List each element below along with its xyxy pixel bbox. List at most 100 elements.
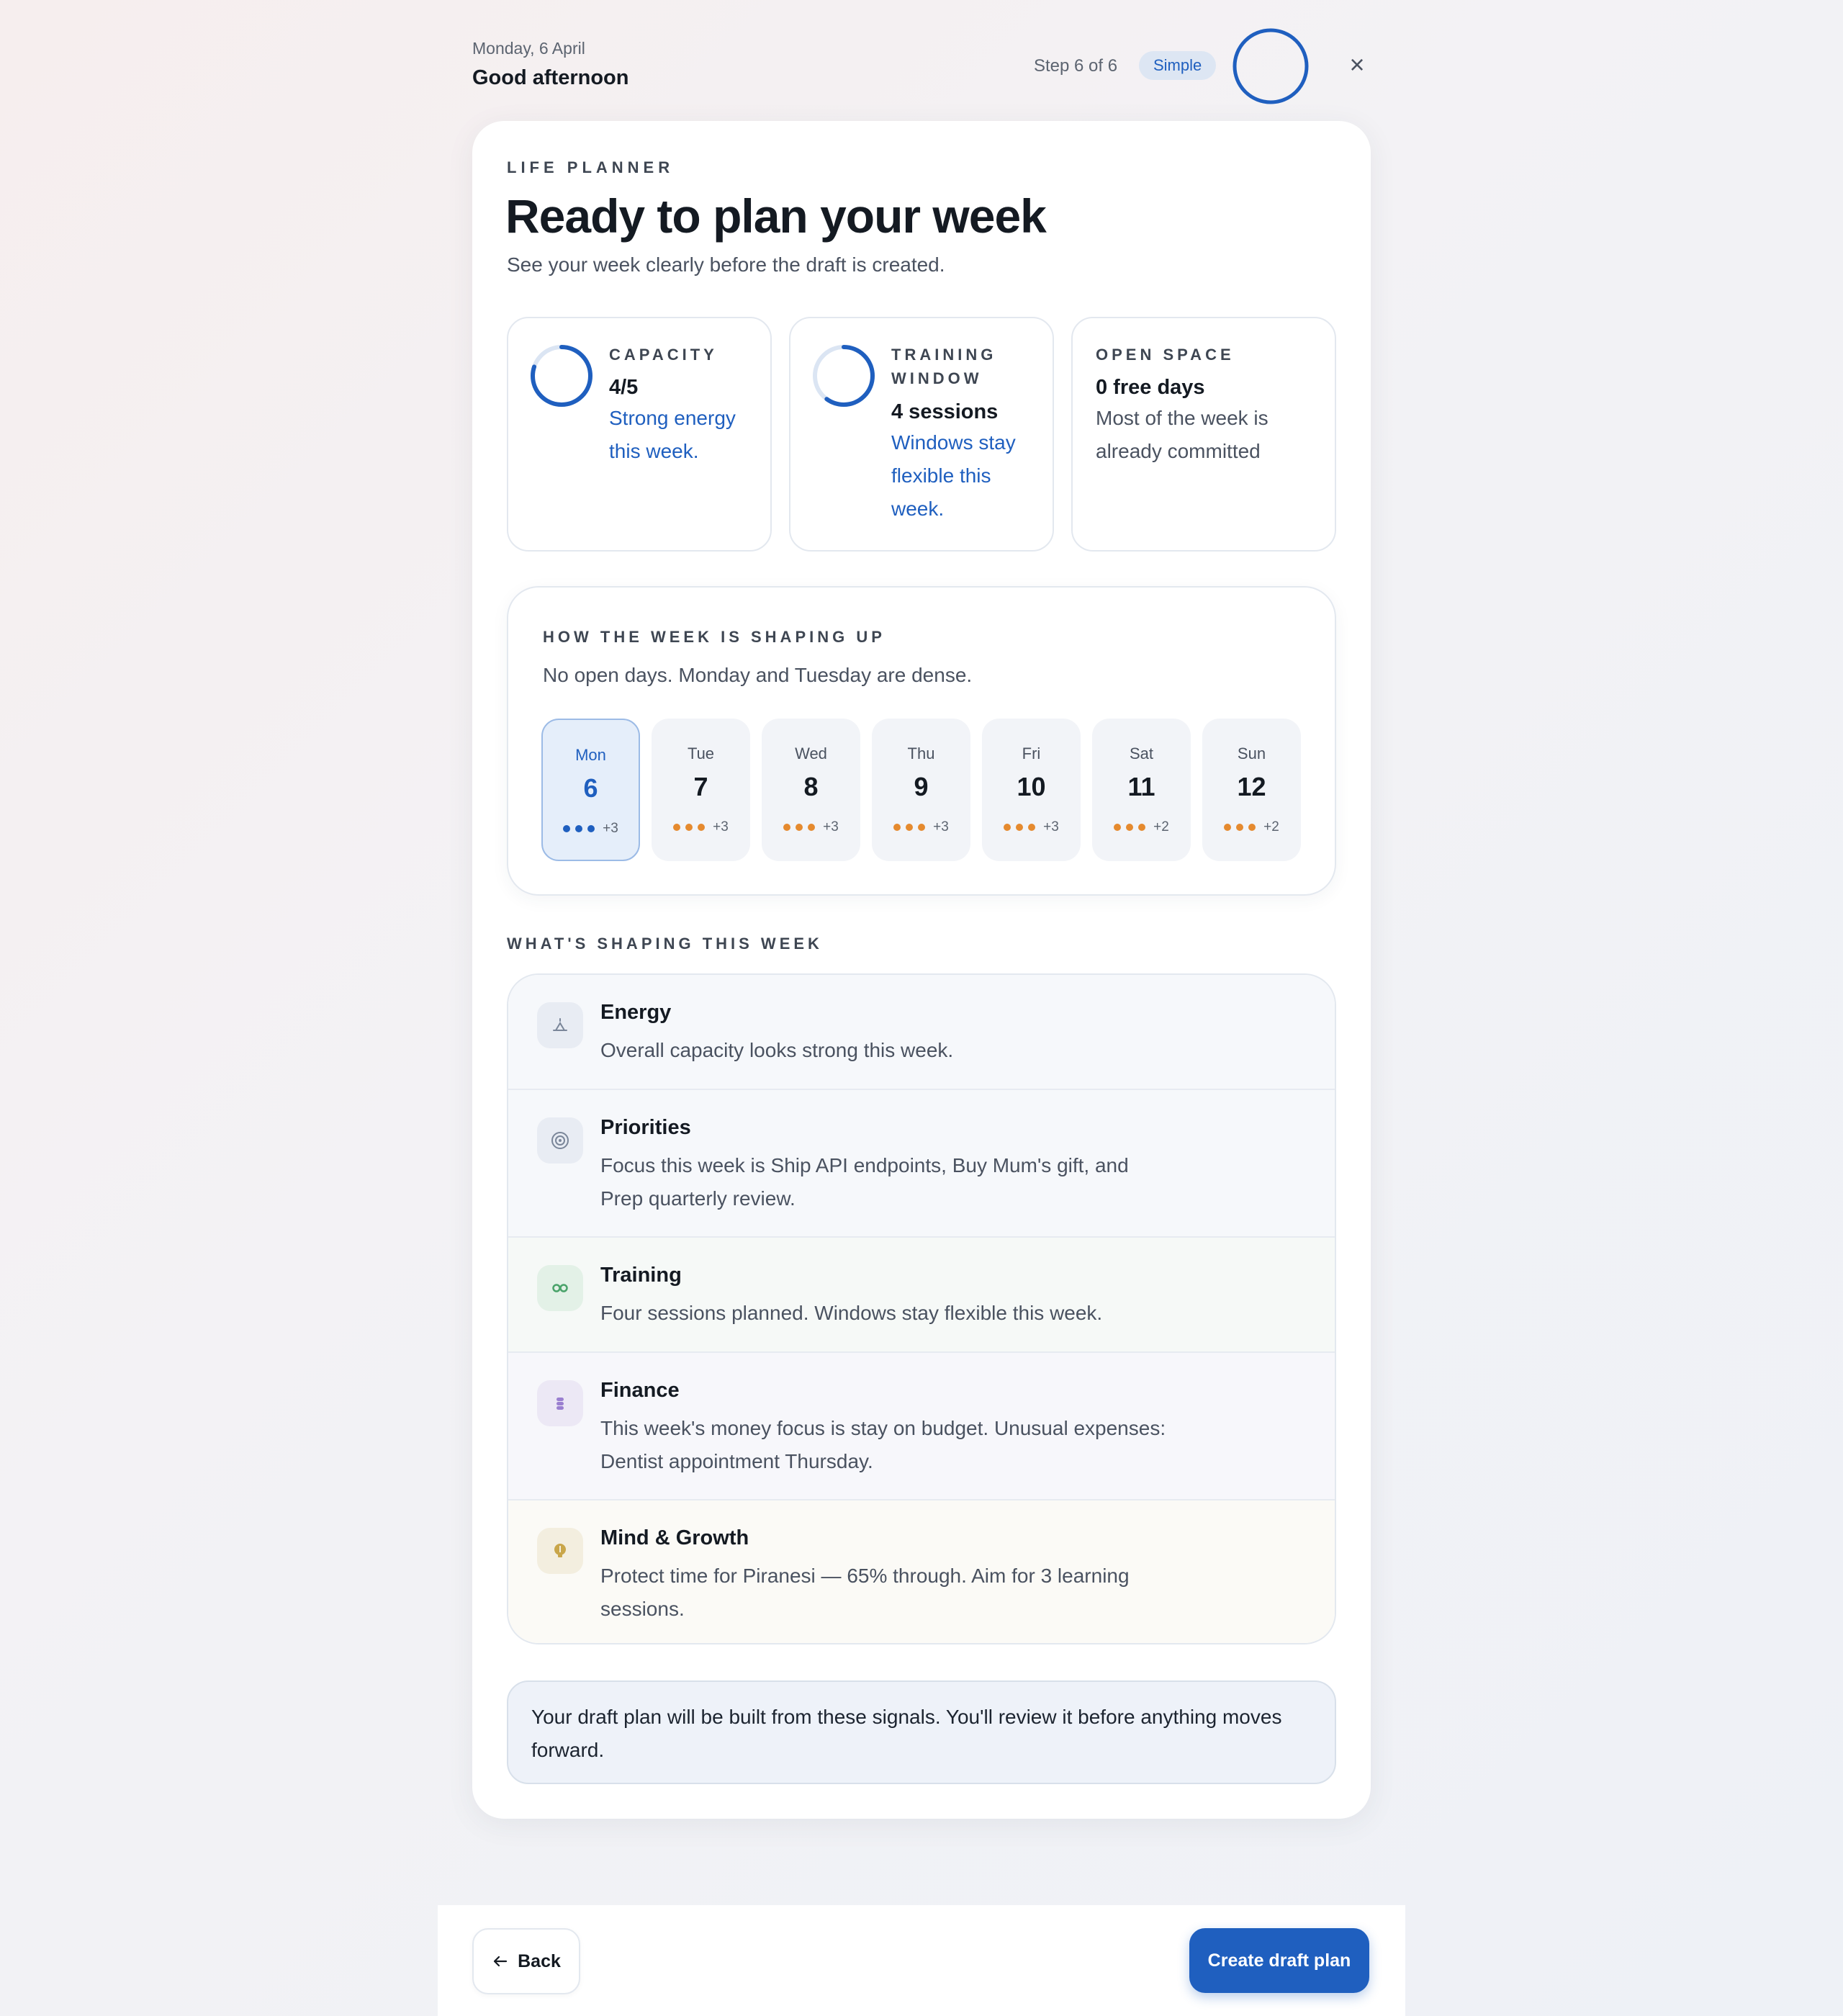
day-events: +3 — [543, 821, 639, 837]
event-dot — [587, 825, 595, 832]
day-sun[interactable]: Sun 12 +2 — [1202, 719, 1301, 861]
factor-title: Priorities — [600, 1116, 691, 1139]
factor-energy: Energy Overall capacity looks strong thi… — [508, 975, 1335, 1090]
day-sat[interactable]: Sat 11 +2 — [1092, 719, 1191, 861]
event-dot — [1114, 824, 1122, 831]
lightbulb-icon — [537, 1528, 583, 1574]
day-number: 6 — [583, 773, 598, 803]
more-count: +3 — [933, 819, 949, 834]
draft-note: Your draft plan will be built from these… — [507, 1680, 1336, 1784]
factor-title: Finance — [600, 1379, 680, 1402]
energy-icon — [537, 1002, 583, 1048]
day-number: 9 — [914, 772, 929, 801]
more-count: +3 — [603, 821, 618, 836]
event-dot — [575, 825, 583, 832]
step-indicator: Step 6 of 6 — [1034, 56, 1118, 76]
day-tue[interactable]: Tue 7 +3 — [652, 719, 750, 861]
factor-text: Overall capacity looks strong this week. — [600, 1039, 954, 1061]
back-button-label: Back — [518, 1950, 561, 1971]
day-wed[interactable]: Wed 8 +3 — [762, 719, 860, 861]
day-events: +3 — [762, 819, 860, 835]
day-thu[interactable]: Thu 9 +3 — [872, 719, 970, 861]
factor-mind-growth: Mind & Growth Protect time for Piranesi … — [508, 1500, 1335, 1643]
day-events: +2 — [1092, 819, 1191, 835]
more-count: +3 — [1043, 819, 1059, 834]
day-name: Fri — [1022, 744, 1041, 762]
more-count: +2 — [1263, 819, 1279, 834]
event-dot — [1248, 824, 1256, 831]
week-overview: HOW THE WEEK IS SHAPING UP No open days.… — [507, 586, 1336, 896]
factor-priorities: Priorities Focus this week is Ship API e… — [508, 1090, 1335, 1238]
event-dot — [783, 824, 791, 831]
event-dot — [1236, 824, 1244, 831]
event-dot — [1224, 824, 1232, 831]
training-window-label: TRAINING WINDOW — [891, 346, 997, 387]
day-name: Mon — [575, 746, 606, 764]
day-number: 11 — [1127, 772, 1155, 801]
greeting: Good afternoon — [472, 66, 629, 89]
factor-training: Training Four sessions planned. Windows … — [508, 1238, 1335, 1353]
progress-ring-icon — [1233, 28, 1309, 104]
training-window-card: TRAINING WINDOW 4 sessions Windows stay … — [789, 317, 1054, 552]
dumbbell-icon — [537, 1265, 583, 1311]
more-count: +3 — [713, 819, 729, 834]
more-count: +2 — [1153, 819, 1169, 834]
event-dot — [673, 824, 681, 831]
event-dot — [796, 824, 803, 831]
top-bar: Monday, 6 April Good afternoon Step 6 of… — [472, 28, 1374, 108]
event-dot — [685, 824, 693, 831]
factor-finance: Finance This week's money focus is stay … — [508, 1353, 1335, 1500]
event-dot — [918, 824, 926, 831]
mode-badge[interactable]: Simple — [1139, 51, 1217, 80]
factor-title: Mind & Growth — [600, 1526, 749, 1549]
close-button[interactable]: × — [1340, 48, 1374, 82]
open-space-card: OPEN SPACE 0 free days Most of the week … — [1071, 317, 1336, 552]
capacity-value: 4/5 — [609, 376, 639, 399]
page-subtitle: See your week clearly before the draft i… — [507, 253, 945, 276]
coins-icon — [537, 1380, 583, 1426]
day-number: 7 — [693, 772, 708, 801]
week-heading: HOW THE WEEK IS SHAPING UP — [543, 628, 886, 646]
day-number: 12 — [1237, 772, 1266, 801]
event-dot — [1126, 824, 1134, 831]
factor-text: This week's money focus is stay on budge… — [600, 1417, 1166, 1472]
arrow-left-icon — [494, 1956, 508, 1967]
factor-text: Protect time for Piranesi — 65% through.… — [600, 1565, 1130, 1620]
event-dot — [1138, 824, 1146, 831]
event-dot — [698, 824, 706, 831]
current-date: Monday, 6 April — [472, 39, 585, 58]
day-events: +3 — [652, 819, 750, 835]
day-name: Thu — [907, 744, 935, 762]
capacity-ring-icon — [531, 345, 592, 407]
training-window-value: 4 sessions — [891, 400, 999, 423]
day-fri[interactable]: Fri 10 +3 — [982, 719, 1081, 861]
factor-text: Focus this week is Ship API endpoints, B… — [600, 1154, 1129, 1210]
capacity-label: CAPACITY — [609, 346, 718, 364]
open-space-note: Most of the week is already committed — [1096, 407, 1269, 462]
day-mon[interactable]: Mon 6 +3 — [541, 719, 640, 861]
event-dot — [1016, 824, 1024, 831]
draft-note-text: Your draft plan will be built from these… — [531, 1706, 1282, 1761]
day-name: Sat — [1129, 744, 1154, 762]
capacity-note: Strong energy this week. — [609, 407, 736, 462]
planner-card: LIFE PLANNER Ready to plan your week See… — [472, 121, 1371, 1819]
factor-title: Training — [600, 1264, 682, 1287]
event-dot — [893, 824, 901, 831]
day-events: +2 — [1202, 819, 1301, 835]
week-summary: No open days. Monday and Tuesday are den… — [543, 664, 973, 686]
day-events: +3 — [872, 819, 970, 835]
shaping-heading: WHAT'S SHAPING THIS WEEK — [507, 935, 823, 953]
factor-list: Energy Overall capacity looks strong thi… — [507, 973, 1336, 1644]
target-icon — [537, 1117, 583, 1164]
event-dot — [808, 824, 816, 831]
back-button[interactable]: Back — [472, 1928, 580, 1994]
day-number: 8 — [803, 772, 819, 801]
page-title: Ready to plan your week — [505, 189, 1047, 243]
factor-text: Four sessions planned. Windows stay flex… — [600, 1302, 1103, 1324]
training-ring-icon — [813, 345, 875, 407]
event-dot — [563, 825, 571, 832]
create-draft-plan-button[interactable]: Create draft plan — [1189, 1928, 1369, 1993]
capacity-card: CAPACITY 4/5 Strong energy this week. — [507, 317, 772, 552]
day-name: Sun — [1237, 744, 1266, 762]
day-name: Tue — [687, 744, 715, 762]
